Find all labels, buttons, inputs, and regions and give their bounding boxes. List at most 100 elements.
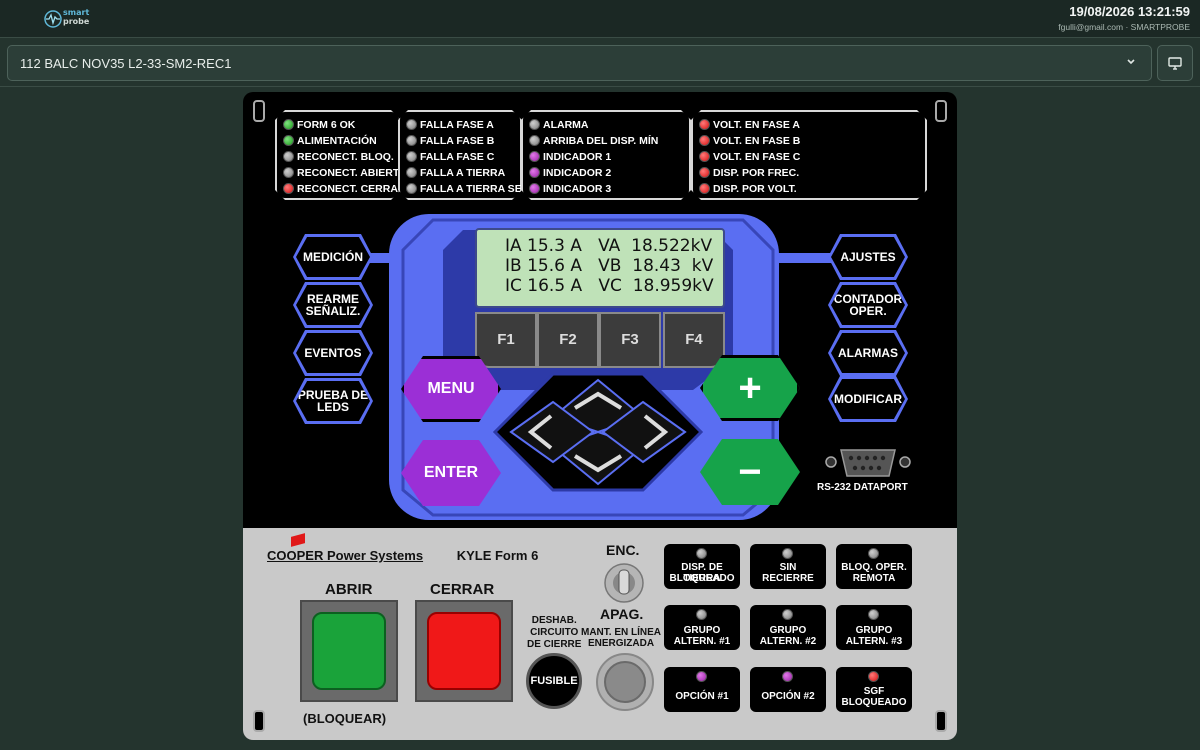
medicion-label: MEDICIÓN [296,237,370,277]
chevron-down-icon [1127,59,1135,65]
bloquear-label: (BLOQUEAR) [303,711,387,726]
red-led-icon [699,135,710,146]
green-led-icon [283,119,294,130]
lcd-line-1: IA 15.3 A VA 18.522kV [505,236,713,256]
brand-text: COOPER Power Systems KYLE Form 6 [267,548,539,563]
rs232-label: RS-232 DATAPORT [817,482,908,493]
cerrar-label: CERRAR [430,581,495,598]
rearme-senaliz-button[interactable]: REARME SEÑALIZ. [293,282,373,328]
led-group-indicators: ALARMA ARRIBA DEL DISP. MÍN INDICADOR 1 … [521,110,691,200]
alarmas-label: ALARMAS [831,333,905,373]
red-led-icon [699,167,710,178]
cerrar-button[interactable] [415,600,513,702]
led-row: ARRIBA DEL DISP. MÍN [529,135,658,147]
led-row: ALARMA [529,119,589,131]
led-row: DISP. POR FREC. [699,167,799,179]
led-row: RECONECT. ABIERTO [283,167,407,179]
sin-recierre-button[interactable]: SIN RECIERRE [750,544,826,589]
enc-label: ENC. [606,542,640,558]
device-selector[interactable]: 112 BALC NOV35 L2-33-SM2-REC1 [7,45,1152,81]
logo-line2: probe [63,17,90,26]
opcion-1-button[interactable]: OPCIÓN #1 [664,667,740,712]
f2-key[interactable]: F2 [537,312,599,368]
device-selector-value: 112 BALC NOV35 L2-33-SM2-REC1 [20,56,232,71]
opcion-2-button[interactable]: OPCIÓN #2 [750,667,826,712]
led-row: DISP. POR VOLT. [699,183,797,195]
led-row: INDICADOR 3 [529,183,611,195]
grupo-altern-2-button[interactable]: GRUPO ALTERN. #2 [750,605,826,650]
led-group-faults: FALLA FASE A FALLA FASE B FALLA FASE C F… [398,110,522,200]
grupo-altern-1-button[interactable]: GRUPO ALTERN. #1 [664,605,740,650]
rs232-connector-icon[interactable] [823,442,913,482]
red-led-icon [699,183,710,194]
green-led-icon [283,135,294,146]
toggle-switch-icon[interactable] [603,562,645,604]
apag-label: APAG. [600,606,644,622]
red-led-icon [699,119,710,130]
ajustes-button[interactable]: AJUSTES [828,234,908,280]
right-arrow-button[interactable] [633,407,693,457]
panel-slot-bottom-right [935,710,947,732]
disp-tierra-bloqueado-button[interactable]: DISP. DE TIERRA BLOQUEADO [664,544,740,589]
fusible-label: FUSIBLE [530,675,578,687]
sgf-bloqueado-button[interactable]: SGF BLOQUEADO [836,667,912,712]
gray-led-icon [696,609,707,620]
gray-led-icon [406,167,417,178]
plus-icon: + [738,365,762,410]
bloq-oper-remota-button[interactable]: BLOQ. OPER. REMOTA [836,544,912,589]
gray-led-icon [529,119,540,130]
control-panel: FORM 6 OK ALIMENTACIÓN RECONECT. BLOQ. R… [243,92,957,740]
f4-key[interactable]: F4 [663,312,725,368]
fusible-button[interactable]: FUSIBLE [526,653,582,709]
gray-led-icon [406,183,417,194]
purple-led-icon [782,671,793,682]
enter-label: ENTER [423,464,479,481]
gray-led-icon [406,119,417,130]
medicion-button[interactable]: MEDICIÓN [293,234,373,280]
prueba-leds-button[interactable]: PRUEBA DE LEDS [293,378,373,424]
abrir-button[interactable] [300,600,398,702]
grupo-altern-3-button[interactable]: GRUPO ALTERN. #3 [836,605,912,650]
led-row: INDICADOR 2 [529,167,611,179]
monitor-button[interactable] [1157,45,1193,81]
gray-led-icon [283,151,294,162]
function-keys: F1 F2 F3 F4 [475,312,725,368]
logo-line1: smart [63,8,90,17]
monitor-icon [1168,57,1182,70]
up-arrow-button[interactable] [563,372,633,422]
maintenance-knob-icon[interactable] [595,652,655,712]
datetime: 19/08/2026 13:21:59 [1069,4,1190,19]
f3-key[interactable]: F3 [599,312,661,368]
alarmas-button[interactable]: ALARMAS [828,330,908,376]
purple-led-icon [529,183,540,194]
contador-oper-button[interactable]: CONTADOR OPER. [828,282,908,328]
led-row: FALLA FASE B [406,135,494,147]
lcd-display: IA 15.3 A VA 18.522kV IB 15.6 A VB 18.43… [475,228,725,308]
led-row: VOLT. EN FASE B [699,135,800,147]
led-row: FALLA FASE C [406,151,494,163]
gray-led-icon [868,609,879,620]
left-arrow-button[interactable] [505,407,565,457]
f1-key[interactable]: F1 [475,312,537,368]
eventos-label: EVENTOS [296,333,370,373]
panel-slot-top-left [253,100,265,122]
deshab-label: DESHAB. CIRCUITO DE CIERRE [527,615,582,650]
smartprobe-logo[interactable]: smart probe [44,8,104,30]
eventos-button[interactable]: EVENTOS [293,330,373,376]
led-row: INDICADOR 1 [529,151,611,163]
gray-led-icon [529,135,540,146]
gray-led-icon [696,548,707,559]
modificar-button[interactable]: MODIFICAR [828,376,908,422]
gray-led-icon [782,548,793,559]
down-arrow-button[interactable] [563,442,633,492]
contador-label: CONTADOR OPER. [831,285,905,325]
led-group-voltage: VOLT. EN FASE A VOLT. EN FASE B VOLT. EN… [691,110,927,200]
led-row: VOLT. EN FASE A [699,119,800,131]
panel-slot-top-right [935,100,947,122]
gray-led-icon [406,151,417,162]
led-row: FALLA A TIERRA [406,167,505,179]
lcd-line-3: IC 16.5 A VC 18.959kV [505,276,714,296]
divider [0,86,1200,87]
red-led-icon [283,183,294,194]
purple-led-icon [529,151,540,162]
